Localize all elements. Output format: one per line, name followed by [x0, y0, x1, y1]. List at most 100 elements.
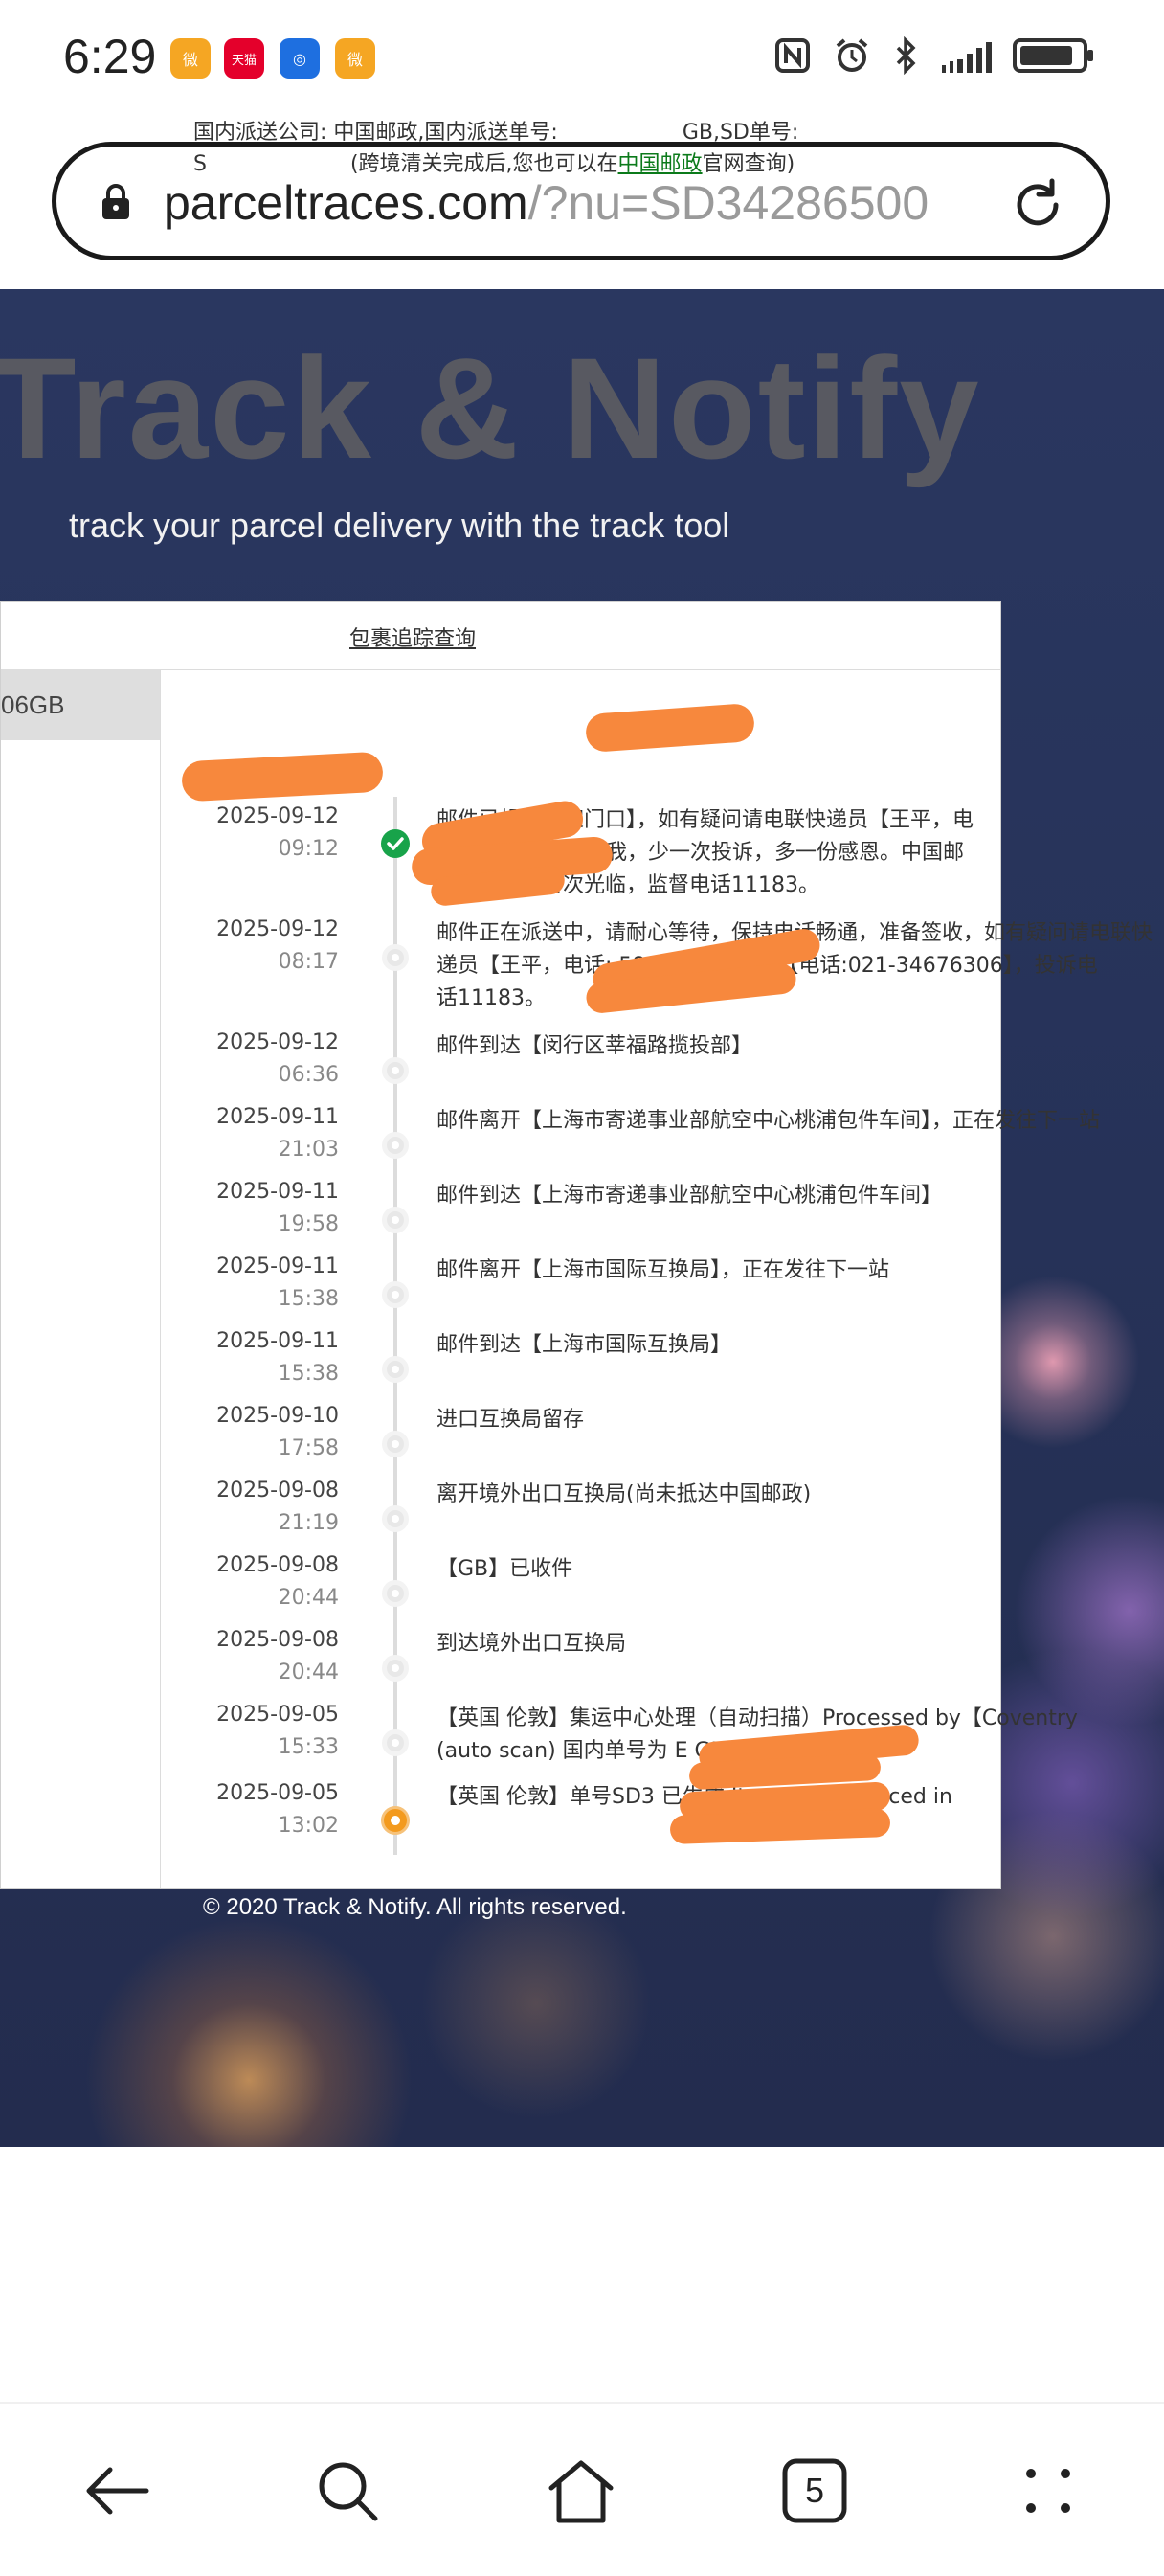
event-description: 进口互换局留存: [436, 1404, 1164, 1436]
event-description: 离开境外出口互换局(尚未抵达中国邮政): [436, 1479, 1164, 1511]
tracking-number-tab-label: 06GB: [1, 690, 65, 719]
china-post-link[interactable]: 中国邮政: [618, 152, 703, 176]
info-line2-mid: (跨境清关完成后,您也可以在: [349, 152, 618, 176]
info-line2-prefix: S: [193, 152, 207, 176]
event-description-line: 离开境外出口互换局(尚未抵达中国邮政): [436, 1482, 812, 1506]
event-time: 21:19: [278, 1511, 339, 1535]
event-time: 09:12: [278, 837, 339, 861]
menu-button[interactable]: [1005, 2448, 1091, 2534]
search-button[interactable]: [304, 2448, 391, 2534]
status-time: 6:29: [63, 30, 157, 83]
bottom-nav-bar: 5: [0, 2402, 1164, 2576]
card-title[interactable]: 包裹追踪查询: [349, 621, 476, 652]
event-description: 邮件到达【上海市国际互换局】: [436, 1329, 1164, 1362]
status-bar: 6:29 微 天猫 ◎ 微: [0, 0, 1164, 119]
event-time: 20:44: [278, 1586, 339, 1610]
event-description: 邮件到达【上海市寄递事业部航空中心桃浦包件车间】: [436, 1180, 1164, 1212]
menu-dots-icon: [1026, 2469, 1070, 2513]
back-button[interactable]: [73, 2448, 159, 2534]
event-date: 2025-09-12: [216, 917, 339, 941]
event-description: 【GB】已收件: [436, 1553, 1164, 1586]
url-domain: parceltraces.com: [164, 176, 528, 230]
event-description: 邮件离开【上海市寄递事业部航空中心桃浦包件车间】，正在发往下一站: [436, 1105, 1164, 1138]
event-date: 2025-09-11: [216, 1105, 339, 1129]
url-text[interactable]: parceltraces.com/?nu=SD34286500: [164, 171, 1006, 235]
timeline-dot: [382, 1729, 409, 1756]
event-description: 邮件到达【闵行区莘福路揽投部】: [436, 1030, 1164, 1063]
tracking-number-tab-list: 06GB: [1, 669, 161, 1888]
home-button[interactable]: [538, 2448, 624, 2534]
timeline-dot: [382, 1356, 409, 1383]
origin-icon: [381, 1806, 410, 1835]
timeline-dot: [382, 1580, 409, 1607]
lightbulb-app-icon: ◎: [280, 38, 320, 79]
tmall-icon: 天猫: [224, 38, 264, 79]
event-date: 2025-09-08: [216, 1628, 339, 1652]
event-time: 15:33: [278, 1735, 339, 1759]
event-time: 21:03: [278, 1138, 339, 1162]
event-time: 08:17: [278, 950, 339, 974]
event-time: 17:58: [278, 1436, 339, 1460]
info-line2-end: 官网查询): [702, 152, 795, 176]
url-path: /?nu=SD34286500: [527, 176, 929, 230]
event-description-line: 邮件到达【上海市国际互换局】: [436, 1333, 732, 1357]
timeline-dot: [382, 1505, 409, 1532]
event-description-line: 【英国 伦敦】集运中心处理（自动扫描）Processed by【Coventry: [436, 1706, 1078, 1730]
signal-icon: [942, 38, 992, 73]
back-arrow-icon: [86, 2467, 149, 2515]
system-icons: [773, 36, 1093, 75]
event-date: 2025-09-08: [216, 1479, 339, 1503]
hero-subtitle: track your parcel delivery with the trac…: [69, 506, 730, 545]
home-icon: [548, 2460, 614, 2523]
event-description-line: 邮件到达【上海市寄递事业部航空中心桃浦包件车间】: [436, 1184, 943, 1208]
search-icon: [319, 2462, 378, 2521]
weibo-icon: 微: [170, 38, 211, 79]
event-description-line: 邮件离开【上海市寄递事业部航空中心桃浦包件车间】，正在发往下一站: [436, 1109, 1101, 1133]
timeline-dot: [382, 944, 409, 971]
event-time: 15:38: [278, 1287, 339, 1311]
event-time: 15:38: [278, 1362, 339, 1386]
tracking-card: 包裹追踪查询 06GB: [0, 601, 1001, 1889]
timeline-dot: [382, 1057, 409, 1084]
battery-icon: [1013, 38, 1093, 73]
info-line1: 国内派送公司: 中国邮政,国内派送单号:: [193, 121, 558, 145]
event-date: 2025-09-05: [216, 1703, 339, 1727]
timeline-dot: [382, 1207, 409, 1233]
event-date: 2025-09-12: [216, 804, 339, 828]
info-line1-suffix: GB,SD单号:: [682, 121, 799, 145]
check-icon: [381, 829, 410, 858]
event-description: 邮件离开【上海市国际互换局】，正在发往下一站: [436, 1254, 1164, 1287]
event-time: 13:02: [278, 1814, 339, 1838]
event-date: 2025-09-11: [216, 1254, 339, 1278]
bluetooth-icon: [896, 36, 916, 75]
card-header: 包裹追踪查询: [1, 602, 1000, 670]
event-description-line: 邮件到达【闵行区莘福路揽投部】: [436, 1034, 753, 1058]
lock-icon: [102, 184, 129, 219]
event-description-line: 话11183。: [436, 986, 546, 1010]
event-description: 到达境外出口互换局: [436, 1628, 1164, 1661]
event-date: 2025-09-11: [216, 1329, 339, 1353]
timeline-dot: [382, 1431, 409, 1457]
event-date: 2025-09-11: [216, 1180, 339, 1204]
event-date: 2025-09-10: [216, 1404, 339, 1428]
event-date: 2025-09-12: [216, 1030, 339, 1054]
tabs-button[interactable]: 5: [772, 2448, 858, 2534]
delivery-info: 国内派送公司: 中国邮政,国内派送单号: GB,SD单号: S (跨境清关完成后,您…: [193, 117, 798, 180]
tab-count: 5: [804, 2471, 825, 2510]
footer-copyright: © 2020 Track & Notify. All rights reserv…: [203, 1894, 627, 1920]
timeline-dot: [382, 1132, 409, 1159]
reload-icon[interactable]: [1006, 173, 1069, 237]
timeline-dot: [382, 1655, 409, 1682]
weibo-icon: 微: [335, 38, 375, 79]
event-time: 20:44: [278, 1661, 339, 1684]
event-description-line: 【GB】已收件: [436, 1557, 573, 1581]
timeline-dot: [382, 1281, 409, 1308]
hero-title: Track & Notify: [0, 328, 981, 488]
event-description-line: 邮件离开【上海市国际互换局】，正在发往下一站: [436, 1258, 890, 1282]
event-time: 19:58: [278, 1212, 339, 1236]
event-description-line: 到达境外出口互换局: [436, 1632, 627, 1656]
event-date: 2025-09-08: [216, 1553, 339, 1577]
event-date: 2025-09-05: [216, 1781, 339, 1805]
nfc-icon: [775, 38, 810, 73]
event-time: 06:36: [278, 1063, 339, 1087]
